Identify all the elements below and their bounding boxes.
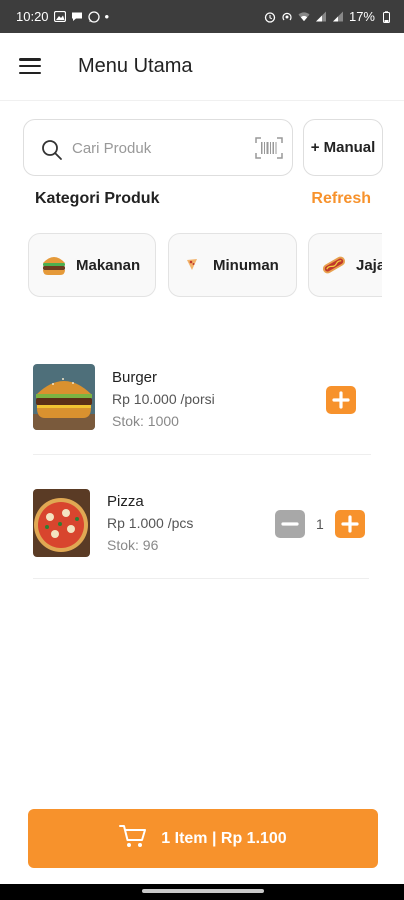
manual-entry-button[interactable]: + Manual (303, 119, 383, 176)
gallery-notification-icon (53, 11, 66, 23)
quantity-value: 1 (316, 516, 324, 532)
status-time: 10:20 (16, 9, 49, 24)
category-label: Makanan (76, 256, 141, 274)
alarm-icon (264, 11, 276, 23)
search-box[interactable] (23, 119, 293, 176)
refresh-button[interactable]: Refresh (311, 190, 371, 208)
product-name: Burger (112, 369, 158, 386)
minus-icon (281, 522, 299, 526)
signal-2-icon (332, 11, 344, 23)
hotdog-icon (321, 252, 347, 278)
battery-icon (380, 10, 392, 23)
pizza-image (33, 489, 90, 557)
product-name: Pizza (107, 493, 144, 510)
category-chip-jajanan[interactable]: Jajanan (308, 233, 382, 297)
status-dot: • (104, 9, 110, 24)
category-label: Jajanan (356, 256, 382, 274)
drink-icon (185, 252, 199, 278)
category-label: Minuman (213, 256, 279, 274)
cart-icon (119, 824, 147, 853)
decrease-quantity-button[interactable] (275, 510, 305, 538)
search-icon (41, 139, 63, 166)
product-stock: Stok: 96 (107, 537, 159, 553)
wifi-icon (298, 11, 310, 23)
hamburger-menu-icon[interactable] (19, 56, 41, 76)
search-input[interactable] (72, 136, 242, 160)
category-chip-minuman[interactable]: Minuman (168, 233, 297, 297)
home-gesture-handle[interactable] (142, 889, 264, 893)
plus-icon (341, 515, 359, 533)
product-price: Rp 10.000 /porsi (112, 391, 215, 407)
checkout-button[interactable]: 1 Item | Rp 1.100 (28, 809, 378, 868)
product-price: Rp 1.000 /pcs (107, 515, 194, 531)
system-navigation-bar (0, 884, 404, 900)
product-row-pizza[interactable]: Pizza Rp 1.000 /pcs Stok: 96 1 (33, 487, 369, 579)
category-section-title: Kategori Produk (35, 190, 160, 207)
status-bar: 10:20 • 17% (0, 0, 404, 33)
app-bar: Menu Utama (0, 33, 404, 101)
product-row-burger[interactable]: Burger Rp 10.000 /porsi Stok: 1000 (33, 363, 371, 455)
burger-image (33, 364, 95, 430)
checkout-summary: 1 Item | Rp 1.100 (161, 829, 287, 847)
signal-icon (315, 11, 327, 23)
burger-icon (41, 252, 67, 278)
page-title: Menu Utama (78, 55, 193, 77)
barcode-scan-icon[interactable] (255, 137, 283, 164)
whatsapp-notification-icon (87, 10, 100, 23)
category-list: Makanan Minuman Jajanan (28, 233, 382, 297)
hotspot-icon (281, 11, 293, 23)
battery-percent: 17% (348, 9, 375, 24)
plus-icon (332, 391, 350, 409)
chat-notification-icon (71, 11, 83, 23)
category-chip-makanan[interactable]: Makanan (28, 233, 156, 297)
add-quantity-button[interactable] (326, 386, 356, 414)
add-quantity-button[interactable] (335, 510, 365, 538)
product-stock: Stok: 1000 (112, 413, 179, 429)
